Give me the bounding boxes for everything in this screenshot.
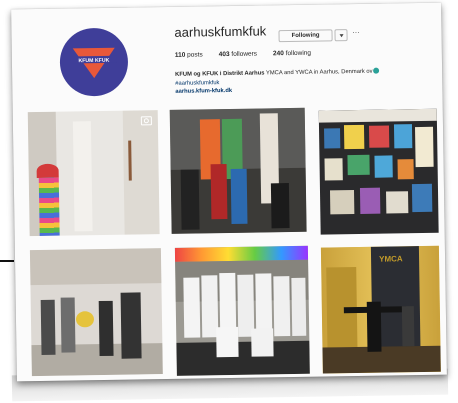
bio-full-name: KFUM og KFUK i Distrikt Aarhus — [175, 70, 265, 78]
post-tile[interactable] — [27, 110, 160, 237]
post-photo — [318, 108, 439, 235]
kfum-kfuk-logo-icon: KFUM KFUK — [70, 47, 117, 79]
profile-stats: 110 posts 403 followers 240 following — [175, 50, 311, 59]
post-tile[interactable] — [174, 245, 310, 376]
post-tile[interactable] — [169, 107, 307, 234]
posts-grid: YMCA — [23, 106, 441, 377]
post-photo — [27, 110, 160, 237]
bio-description: YMCA and YWCA in Aarhus, Denmark ov — [264, 68, 373, 77]
profile-bio: KFUM og KFUK i Distrikt Aarhus YMCA and … — [175, 67, 430, 97]
followers-count[interactable]: 403 followers — [219, 51, 257, 59]
bio-website-link[interactable]: aarhus.kfum-kfuk.dk — [175, 88, 232, 95]
page-edge-line — [0, 260, 14, 262]
instagram-profile-printout: KFUM KFUK aarhuskfumkfuk Following ... 1… — [11, 2, 447, 382]
post-photo — [174, 245, 310, 376]
post-photo — [169, 107, 307, 234]
emoji-icon — [373, 68, 380, 75]
more-options-button[interactable]: ... — [352, 28, 359, 35]
chevron-down-icon — [339, 33, 344, 37]
svg-text:KFUM KFUK: KFUM KFUK — [78, 58, 109, 64]
following-count[interactable]: 240 following — [273, 50, 311, 58]
post-tile[interactable]: YMCA — [320, 245, 441, 374]
suggestions-dropdown-button[interactable] — [334, 29, 348, 42]
profile-username: aarhuskfumkfuk — [174, 23, 267, 40]
posts-count: 110 posts — [174, 51, 203, 59]
profile-avatar[interactable]: KFUM KFUK — [59, 27, 129, 97]
bio-hashtag[interactable]: #aarhuskfumkfuk — [175, 80, 219, 87]
ymca-sign-text: YMCA — [379, 254, 403, 264]
post-photo — [320, 245, 441, 374]
post-tile[interactable] — [318, 108, 439, 235]
post-photo — [29, 248, 163, 377]
multiple-photos-icon — [140, 116, 152, 126]
following-button[interactable]: Following — [278, 29, 333, 43]
post-tile[interactable] — [29, 248, 163, 377]
